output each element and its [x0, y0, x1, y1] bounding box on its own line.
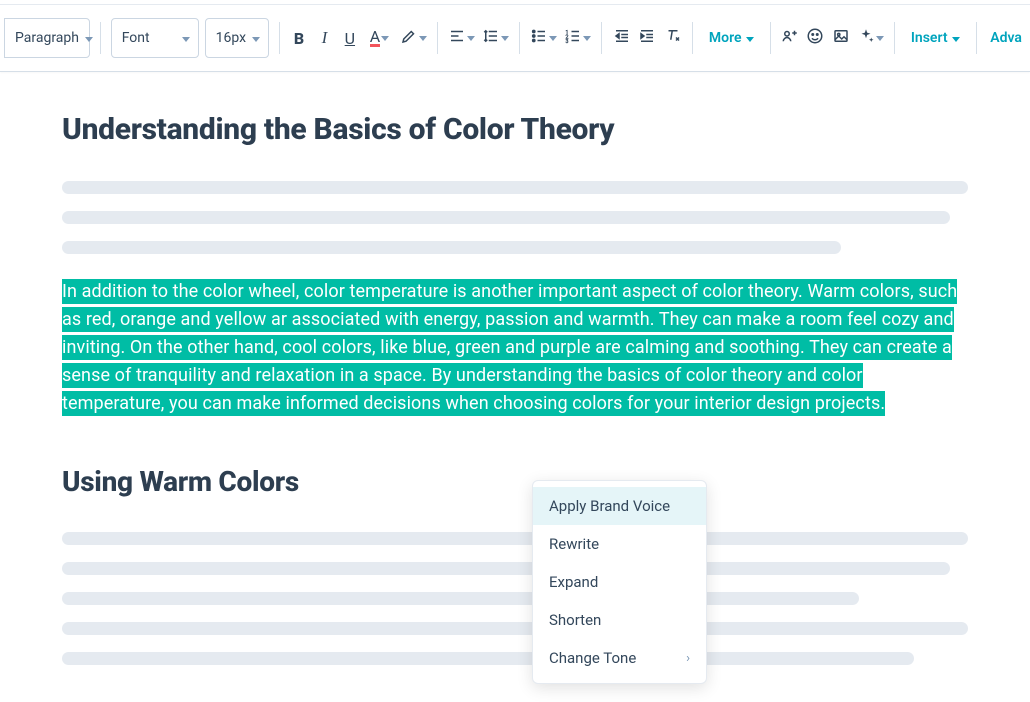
placeholder-line	[62, 592, 859, 605]
toolbar-divider	[437, 22, 438, 54]
chevron-down-icon	[467, 33, 475, 44]
editor-content[interactable]: Understanding the Basics of Color Theory…	[0, 72, 1030, 702]
toolbar-divider	[100, 22, 101, 54]
insert-label: Insert	[911, 30, 948, 46]
placeholder-line	[62, 181, 968, 194]
menu-item-shorten[interactable]: Shorten	[533, 601, 706, 639]
outdent-button[interactable]	[612, 18, 631, 58]
bold-button[interactable]: B	[289, 18, 308, 58]
line-height-icon	[482, 27, 500, 49]
align-icon	[448, 27, 466, 49]
clear-format-button[interactable]	[663, 18, 682, 58]
chevron-down-icon	[419, 33, 427, 44]
sparkle-icon	[857, 27, 875, 49]
font-size-select[interactable]: 16px	[205, 18, 269, 58]
insert-button[interactable]: Insert	[905, 18, 966, 58]
toolbar-divider	[692, 22, 693, 54]
indent-icon	[638, 27, 656, 49]
placeholder-line	[62, 211, 950, 224]
clear-format-icon	[664, 27, 682, 49]
toolbar-divider	[770, 22, 771, 54]
toolbar-divider	[279, 22, 280, 54]
menu-item-label: Apply Brand Voice	[549, 497, 670, 515]
menu-item-label: Change Tone	[549, 649, 636, 667]
menu-item-rewrite[interactable]: Rewrite	[533, 525, 706, 563]
more-button[interactable]: More	[703, 18, 760, 58]
ai-button[interactable]	[856, 18, 884, 58]
placeholder-line	[62, 652, 914, 665]
align-button[interactable]	[448, 18, 476, 58]
menu-item-label: Expand	[549, 573, 598, 591]
chevron-down-icon	[876, 33, 884, 44]
bold-icon: B	[294, 29, 304, 48]
italic-icon: I	[322, 28, 328, 48]
selected-text: In addition to the color wheel, color te…	[62, 279, 957, 416]
paragraph-style-label: Paragraph	[15, 30, 79, 46]
numbered-list-icon: 123	[564, 27, 582, 49]
image-icon	[832, 27, 850, 49]
line-height-button[interactable]	[481, 18, 509, 58]
emoji-icon	[806, 27, 824, 49]
font-family-label: Font	[122, 30, 150, 46]
selected-paragraph[interactable]: In addition to the color wheel, color te…	[62, 278, 968, 417]
chevron-down-icon	[252, 30, 260, 46]
menu-item-label: Rewrite	[549, 535, 599, 553]
text-color-button[interactable]: A	[366, 18, 394, 58]
chevron-down-icon	[583, 33, 591, 44]
placeholder-line	[62, 622, 968, 635]
bullet-list-icon	[530, 27, 548, 49]
outdent-icon	[613, 27, 631, 49]
chevron-right-icon: ›	[686, 651, 690, 666]
heading-1[interactable]: Understanding the Basics of Color Theory	[62, 112, 968, 147]
font-size-label: 16px	[216, 30, 246, 46]
toolbar-divider	[519, 22, 520, 54]
ordered-list-button[interactable]: 123	[564, 18, 592, 58]
menu-item-label: Shorten	[549, 611, 601, 629]
highlight-color-button[interactable]	[399, 18, 427, 58]
ai-context-menu: Apply Brand Voice Rewrite Expand Shorten…	[532, 480, 707, 684]
unordered-list-button[interactable]	[530, 18, 558, 58]
more-label: More	[709, 30, 742, 46]
chevron-down-icon	[549, 33, 557, 44]
text-color-icon: A	[370, 30, 380, 47]
underline-button[interactable]: U	[340, 18, 359, 58]
menu-item-apply-brand-voice[interactable]: Apply Brand Voice	[533, 487, 706, 525]
advanced-button[interactable]: Adva	[986, 18, 1026, 58]
toolbar-divider	[894, 22, 895, 54]
underline-icon: U	[345, 29, 355, 48]
personalize-button[interactable]	[780, 18, 799, 58]
font-family-select[interactable]: Font	[111, 18, 199, 58]
chevron-down-icon	[746, 30, 754, 46]
paragraph-style-select[interactable]: Paragraph	[4, 18, 90, 58]
toolbar-divider	[976, 22, 977, 54]
emoji-button[interactable]	[806, 18, 825, 58]
editor-toolbar: Paragraph Font 16px B I U A	[0, 4, 1030, 72]
placeholder-line	[62, 241, 841, 254]
indent-button[interactable]	[637, 18, 656, 58]
svg-text:3: 3	[565, 39, 568, 45]
advanced-label: Adva	[990, 30, 1022, 46]
personalize-icon	[781, 27, 799, 49]
menu-item-change-tone[interactable]: Change Tone ›	[533, 639, 706, 677]
italic-button[interactable]: I	[315, 18, 334, 58]
image-button[interactable]	[831, 18, 850, 58]
menu-item-expand[interactable]: Expand	[533, 563, 706, 601]
highlight-icon	[400, 27, 418, 49]
chevron-down-icon	[501, 33, 509, 44]
chevron-down-icon	[381, 33, 389, 44]
chevron-down-icon	[952, 30, 960, 46]
chevron-down-icon	[182, 30, 190, 46]
chevron-down-icon	[85, 30, 93, 46]
toolbar-divider	[601, 22, 602, 54]
placeholder-line	[62, 562, 950, 575]
placeholder-line	[62, 532, 968, 545]
heading-2[interactable]: Using Warm Colors	[62, 465, 968, 498]
